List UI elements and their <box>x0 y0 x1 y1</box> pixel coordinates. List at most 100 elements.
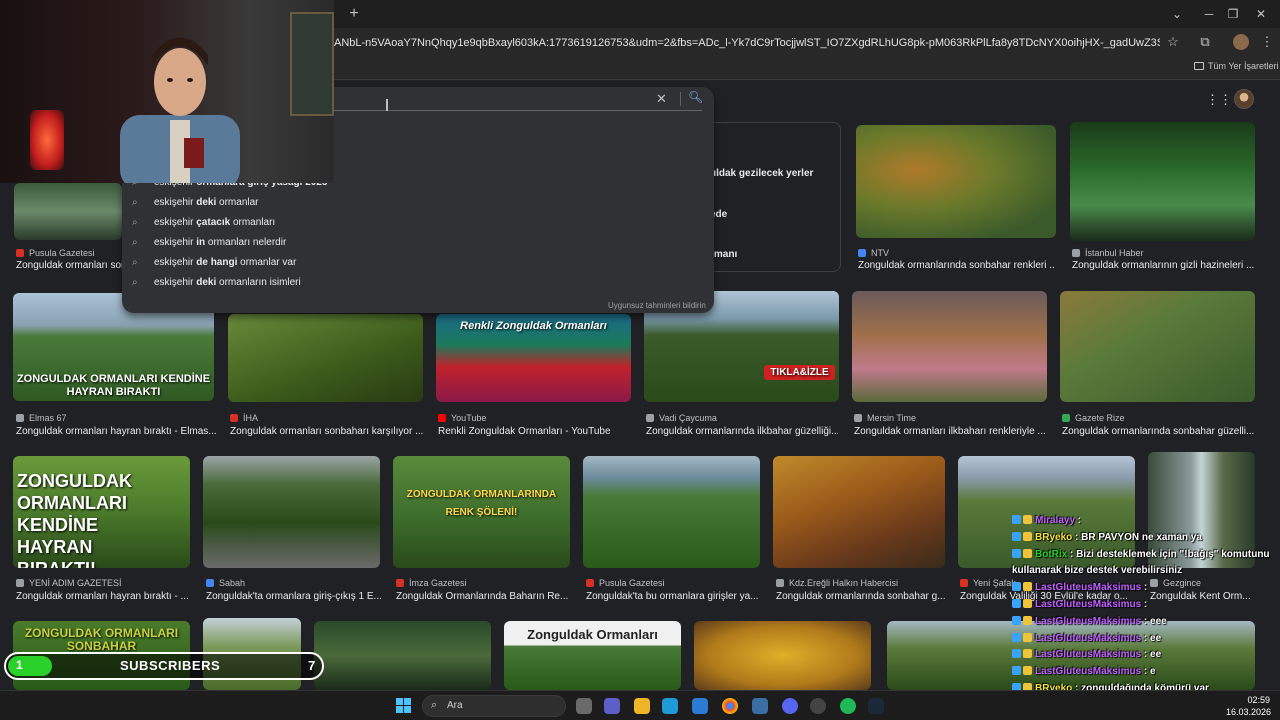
windows-start-icon[interactable] <box>396 698 412 714</box>
tab-list-icon[interactable]: ⌄ <box>1162 4 1192 24</box>
image-caption[interactable]: Zonguldak ormanlarında ilkbahar güzelliğ… <box>646 426 838 437</box>
suggestion-item[interactable]: ⌕ eskişehir çatacık ormanları <box>122 213 714 233</box>
image-caption[interactable]: Zonguldak ormanlarının gizli hazineleri … <box>1072 260 1254 271</box>
spotify-icon[interactable] <box>840 698 856 714</box>
image-source: NTV <box>858 248 889 258</box>
image-source: Pusula Gazetesi <box>586 578 665 588</box>
system-clock[interactable]: 02:59 16.03.2026 <box>1226 694 1272 718</box>
new-tab-button[interactable]: + <box>344 5 364 23</box>
image-source: Pusula Gazetesi <box>16 248 95 258</box>
app-icon[interactable] <box>752 698 768 714</box>
chat-message: LastGluteusMaksimus : ee <box>1012 632 1162 644</box>
favicon <box>16 579 24 587</box>
bookmark-star-icon[interactable]: ☆ <box>1164 33 1182 51</box>
chat-message: Miralayy : <box>1012 515 1081 526</box>
favicon <box>230 414 238 422</box>
steam-icon[interactable] <box>868 698 884 714</box>
image-source: İstanbul Haber <box>1072 248 1144 258</box>
store-icon[interactable] <box>692 698 708 714</box>
image-result[interactable] <box>773 456 945 568</box>
youtube-icon <box>438 414 446 422</box>
subscriber-count: 1 <box>16 658 23 672</box>
suggestion-item[interactable]: ⌕ eskişehir in ormanları nelerdir <box>122 233 714 253</box>
clock-time: 02:59 <box>1247 695 1270 705</box>
chat-badge-icon <box>1012 666 1021 676</box>
chat-badge-icon <box>1023 632 1032 642</box>
image-result[interactable] <box>856 125 1056 238</box>
chat-badge-icon <box>1023 548 1032 558</box>
suggestion-item[interactable]: ⌕ eskişehir deki ormanların isimleri <box>122 273 714 293</box>
image-caption[interactable]: Zonguldak ormanlarında sonbahar renkleri… <box>858 260 1054 271</box>
image-caption[interactable]: Zonguldak ormanları ilkbaharı renkleriyl… <box>854 426 1046 437</box>
chat-text: kullanarak bize destek verebilirsiniz <box>1012 565 1183 577</box>
clear-icon[interactable]: ✕ <box>656 91 667 107</box>
google-account-avatar[interactable] <box>1234 89 1254 109</box>
teams-icon[interactable] <box>604 698 620 714</box>
chat-text: : ee <box>1141 632 1162 644</box>
task-view-icon[interactable] <box>576 698 592 714</box>
image-result[interactable] <box>583 456 760 568</box>
image-result[interactable] <box>1060 291 1255 402</box>
side-panel-item[interactable]: rmanı <box>710 249 737 260</box>
favicon <box>16 414 24 422</box>
image-result[interactable]: Zonguldak Ormanları <box>504 621 681 690</box>
suggestion-item[interactable]: ⌕ eskişehir de hangi ormanlar var <box>122 253 714 273</box>
thumbnail-text: TIKLA&İZLE <box>764 365 835 380</box>
menu-kebab-icon[interactable]: ⋮ <box>1258 33 1276 51</box>
extensions-icon[interactable]: ⧉ <box>1196 33 1214 51</box>
image-result[interactable] <box>694 621 871 690</box>
image-caption[interactable]: Zonguldak ormanlarında sonbahar g... <box>776 591 946 602</box>
subscriber-progress-fill <box>8 656 52 676</box>
image-source: Gezgince <box>1150 578 1201 588</box>
image-result[interactable] <box>314 621 491 690</box>
image-result[interactable]: Renkli Zonguldak Ormanları <box>436 314 631 402</box>
maximize-icon[interactable]: ❐ <box>1218 4 1248 24</box>
image-result[interactable] <box>1070 122 1255 241</box>
image-caption[interactable]: Zonguldak ormanlarında sonbahar güzelli.… <box>1062 426 1254 437</box>
image-caption[interactable]: Zonguldak Kent Orm... <box>1150 591 1254 602</box>
image-result[interactable]: ZONGULDAK ORMANLARI KENDİNE HAYRAN BIRAK… <box>13 456 190 568</box>
image-caption[interactable]: Zonguldak Ormanlarında Baharın Re... <box>396 591 572 602</box>
discord-icon[interactable] <box>782 698 798 714</box>
edge-icon[interactable] <box>662 698 678 714</box>
image-caption[interactable]: Zonguldak'ta ormanlara giriş-çıkış 1 E..… <box>206 591 382 602</box>
image-caption[interactable]: Zonguldak ormanları hayran bıraktı - Elm… <box>16 426 216 437</box>
favicon <box>586 579 594 587</box>
image-source: Yeni Şafak <box>960 578 1016 588</box>
taskbar-search[interactable]: ⌕ Ara <box>422 695 566 717</box>
image-caption[interactable]: Zonguldak ormanları hayran bıraktı - ... <box>16 591 192 602</box>
image-result[interactable]: ZONGULDAK ORMANLARINDA RENK ŞÖLENİ! <box>393 456 570 568</box>
image-caption[interactable]: Zonguldak ormanları son... <box>16 260 122 271</box>
image-caption[interactable]: Zonguldak'ta bu ormanlara girişler ya... <box>586 591 762 602</box>
clock-date: 16.03.2026 <box>1226 707 1272 717</box>
search-icon: ⌕ <box>132 237 138 248</box>
profile-avatar[interactable] <box>1233 34 1249 50</box>
image-result[interactable] <box>228 314 423 402</box>
image-result[interactable] <box>852 291 1047 402</box>
search-icon[interactable]: 🔍︎ <box>688 90 703 104</box>
subscriber-goal: 7 <box>308 658 316 673</box>
thumbnail-text: Zonguldak Ormanları <box>527 627 658 642</box>
suggestion-item[interactable]: ⌕ eskişehir deki ormanlar <box>122 193 714 213</box>
google-apps-icon[interactable]: ⋮⋮ <box>1206 93 1232 107</box>
favicon <box>776 579 784 587</box>
chat-badge-icon <box>1023 582 1032 592</box>
image-caption[interactable]: Renkli Zonguldak Ormanları - YouTube <box>438 426 634 437</box>
chat-badge-icon <box>1023 666 1032 676</box>
file-explorer-icon[interactable] <box>634 698 650 714</box>
favicon <box>396 579 404 587</box>
image-result[interactable] <box>14 183 122 240</box>
favicon <box>646 414 654 422</box>
chat-message: LastGluteusMaksimus : ee <box>1012 649 1161 660</box>
streamer-figure <box>120 37 240 183</box>
obs-icon[interactable] <box>810 698 826 714</box>
report-predictions-link[interactable]: Uygunsuz tahminleri bildirin <box>608 301 706 310</box>
side-panel-item[interactable]: uldak gezilecek yerler <box>710 168 813 179</box>
address-bar[interactable]: ANbL-n5VAoaY7NnQhqy1e9qbBxayl603kA:17736… <box>334 32 1160 54</box>
chat-badge-icon <box>1012 515 1021 524</box>
all-bookmarks-folder[interactable]: Tüm Yer İşaretleri <box>1194 61 1279 71</box>
image-caption[interactable]: Zonguldak ormanları sonbaharı karşılıyor… <box>230 426 426 437</box>
close-window-icon[interactable]: ✕ <box>1246 4 1276 24</box>
image-result[interactable] <box>203 456 380 568</box>
chrome-icon[interactable] <box>722 698 738 714</box>
